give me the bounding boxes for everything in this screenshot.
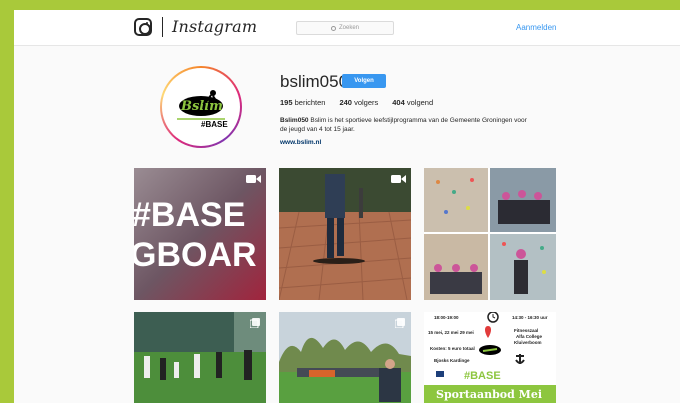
poster-banner: Sportaanbod Mei: [436, 388, 542, 401]
poster-right-time: 14:30 - 16:30 uur: [512, 315, 548, 320]
login-link[interactable]: Aanmelden: [516, 23, 556, 32]
follow-button[interactable]: Volgen: [342, 74, 386, 88]
post1-overlay-text-2: GBOAR: [134, 236, 257, 274]
poster-cost: Kosten: 5 euro totaal: [430, 346, 475, 351]
avatar-logo: Bslim #BASE: [167, 73, 235, 141]
profile-avatar[interactable]: Bslim #BASE: [160, 66, 242, 148]
followers-stat[interactable]: 240 volgers: [339, 98, 378, 107]
video-icon: [391, 175, 406, 183]
poster-venue-2: Alfa College: [516, 334, 543, 339]
poster-tag: #BASE: [464, 370, 501, 382]
post-thumbnail-4[interactable]: [134, 312, 266, 403]
instagram-wordmark[interactable]: Instagram: [172, 17, 257, 36]
post-thumbnail-5[interactable]: [279, 312, 411, 403]
poster-venue-1: Fitnesszaal: [514, 328, 538, 333]
bio-text-line2: de jeugd van 4 tot 15 jaar.: [280, 126, 355, 133]
logo-divider: [162, 17, 163, 37]
browser-page: Instagram Zoeken Aanmelden Bslim #BASE b…: [14, 10, 680, 403]
posts-stat[interactable]: 195 berichten: [280, 98, 325, 107]
multiple-photos-icon: [395, 318, 405, 328]
poster-left-time: 18:00-19:00: [434, 315, 459, 320]
profile-username: bslim050: [280, 72, 349, 91]
following-stat[interactable]: 404 volgend: [392, 98, 433, 107]
search-icon: [330, 25, 336, 31]
poster-dates: 15 mei, 22 mei 29 mei: [428, 330, 474, 335]
post-thumbnail-3[interactable]: [424, 168, 556, 300]
poster-place: Bjosks Kardinge: [434, 358, 470, 363]
bio-name: Bslim050: [280, 117, 309, 124]
search-placeholder: Zoeken: [338, 25, 359, 31]
search-input[interactable]: Zoeken: [296, 21, 394, 35]
video-icon: [246, 175, 261, 183]
bslim-logo-graphic: Bslim #BASE: [177, 90, 228, 129]
top-navigation-bar: Instagram Zoeken Aanmelden: [14, 10, 680, 46]
multiple-photos-icon: [250, 318, 260, 328]
post-thumbnail-2[interactable]: [279, 168, 411, 300]
bio-text-line1: Bslim is het sportieve leefstijlprogramm…: [310, 117, 527, 124]
post-thumbnail-1[interactable]: #BASE GBOAR: [134, 168, 266, 300]
profile-website-link[interactable]: www.bslim.nl: [280, 139, 321, 146]
instagram-camera-icon[interactable]: [134, 18, 152, 36]
profile-stats: 195 berichten 240 volgers 404 volgend: [280, 98, 433, 107]
profile-bio: Bslim050 Bslim is het sportieve leefstij…: [280, 116, 570, 134]
poster-venue-3: Kluiverboom: [514, 340, 542, 345]
post1-overlay-text-1: #BASE: [134, 196, 245, 234]
avatar-tag-text: #BASE: [201, 120, 228, 129]
post-thumbnail-6[interactable]: 18:00-19:00 14:30 - 16:30 uur 15 mei, 22…: [424, 312, 556, 403]
